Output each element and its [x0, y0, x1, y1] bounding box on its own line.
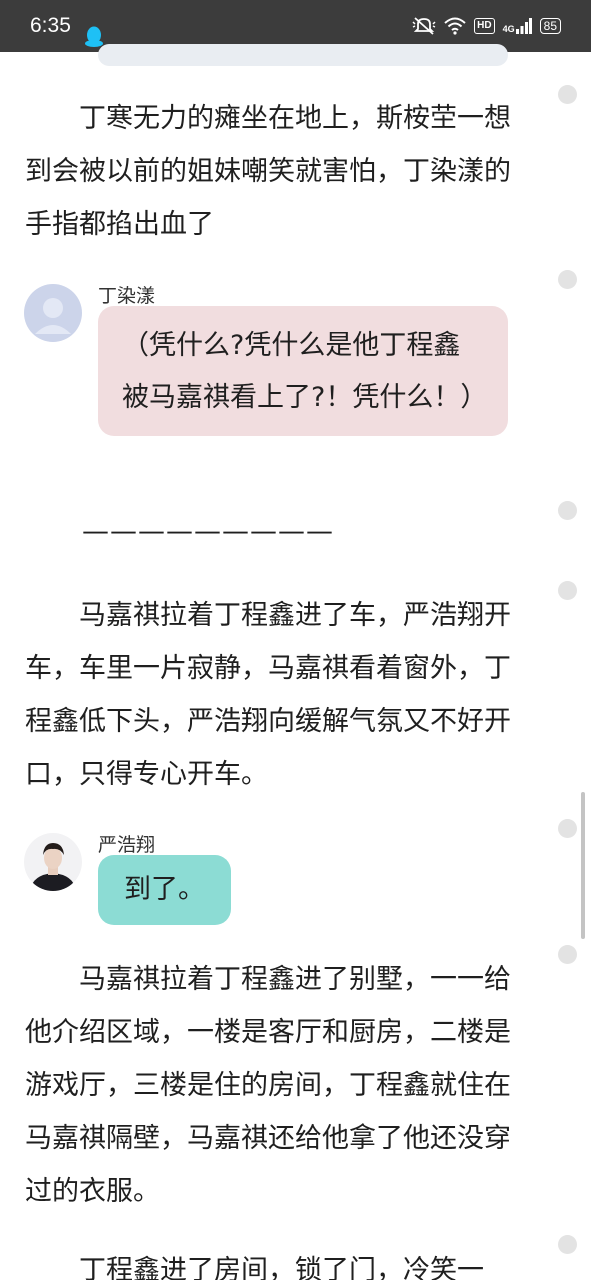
network-type: 4G: [502, 24, 515, 34]
dialog-bubble: 到了。: [98, 855, 231, 925]
story-paragraph: 马嘉祺拉着丁程鑫进了别墅，一一给他介绍区域，一楼是客厅和厨房，二楼是游戏厅，三楼…: [25, 964, 511, 1207]
story-paragraph: 马嘉祺拉着丁程鑫进了车，严浩翔开车，车里一片寂静，马嘉祺看着窗外，丁程鑫低下头，…: [25, 600, 511, 790]
paragraph-comment-dot[interactable]: [558, 945, 577, 964]
paragraph-comment-dot[interactable]: [558, 85, 577, 104]
story-paragraph: 丁程鑫进了房间，锁了门，冷笑一: [79, 1255, 484, 1280]
speaker-name: 丁染漾: [98, 285, 156, 307]
signal-icon: 4G: [503, 18, 532, 34]
story-paragraph: 丁寒无力的瘫坐在地上，斯桉茔一想到会被以前的姐妹嘲笑就害怕，丁染漾的手指都掐出血…: [25, 103, 511, 240]
paragraph-comment-dot[interactable]: [558, 270, 577, 289]
default-avatar: [24, 284, 82, 342]
dialog-bubble: （凭什么?凭什么是他丁程鑫被马嘉祺看上了?！凭什么！）: [98, 306, 508, 436]
mute-icon: [412, 16, 436, 36]
status-icons: HD 4G 85: [412, 16, 561, 36]
previous-dialog-bubble: [98, 44, 508, 66]
paragraph-comment-dot[interactable]: [558, 1235, 577, 1254]
wifi-icon: [444, 17, 466, 35]
character-avatar: [24, 833, 82, 891]
scrollbar-thumb[interactable]: [581, 792, 585, 939]
speaker-name: 严浩翔: [98, 834, 156, 856]
paragraph-comment-dot[interactable]: [558, 501, 577, 520]
battery-indicator: 85: [539, 18, 561, 34]
status-time: 6:35: [30, 14, 71, 37]
hd-badge: HD: [474, 18, 495, 34]
paragraph-comment-dot[interactable]: [558, 819, 577, 838]
paragraph-comment-dot[interactable]: [558, 581, 577, 600]
section-divider: —————————: [82, 516, 334, 547]
